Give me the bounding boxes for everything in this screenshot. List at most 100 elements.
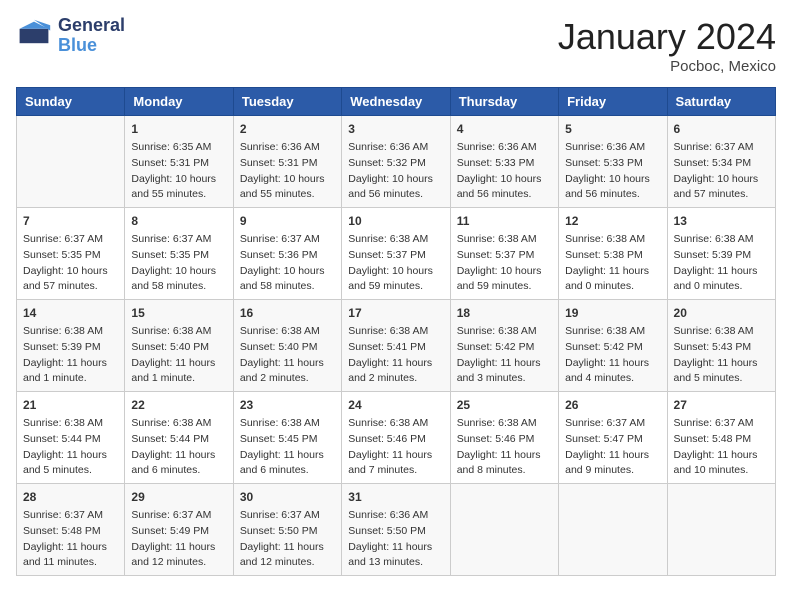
day-number: 29 [131, 488, 226, 506]
day-info: Sunrise: 6:37 AM Sunset: 5:35 PM Dayligh… [131, 232, 226, 295]
day-number: 16 [240, 304, 335, 322]
calendar-cell: 2Sunrise: 6:36 AM Sunset: 5:31 PM Daylig… [233, 116, 341, 208]
day-info: Sunrise: 6:36 AM Sunset: 5:32 PM Dayligh… [348, 140, 443, 203]
calendar-cell: 28 Sunrise: 6:37 AM Sunset: 5:48 PM Dayli… [17, 484, 125, 576]
calendar-cell: 5 Sunrise: 6:36 AM Sunset: 5:33 PM Daylig… [559, 116, 667, 208]
calendar-week-2: 7Sunrise: 6:37 AM Sunset: 5:35 PM Daylig… [17, 208, 776, 300]
calendar-cell: 20Sunrise: 6:38 AM Sunset: 5:43 PM Dayli… [667, 300, 775, 392]
day-info: Sunrise: 6:38 AM Sunset: 5:37 PM Dayligh… [348, 232, 443, 295]
day-info: Sunrise: 6:37 AM Sunset: 5:34 PM Dayligh… [674, 140, 769, 203]
day-info: Sunrise: 6:38 AM Sunset: 5:39 PM Dayligh… [23, 324, 118, 387]
day-info: Sunrise: 6:38 AM Sunset: 5:42 PM Dayligh… [457, 324, 552, 387]
logo-general: General [58, 16, 125, 36]
logo-icon [16, 18, 52, 54]
day-info: Sunrise: 6:37 AM Sunset: 5:50 PM Dayligh… [240, 508, 335, 571]
day-header-tuesday: Tuesday [233, 88, 341, 116]
location: Pocboc, Mexico [558, 58, 776, 75]
day-number: 5 [565, 120, 660, 138]
day-number: 22 [131, 396, 226, 414]
calendar-cell: 30 Sunrise: 6:37 AM Sunset: 5:50 PM Dayli… [233, 484, 341, 576]
day-header-wednesday: Wednesday [342, 88, 450, 116]
logo-blue: Blue [58, 36, 125, 56]
calendar-header-row: SundayMondayTuesdayWednesdayThursdayFrid… [17, 88, 776, 116]
calendar-cell: 8 Sunrise: 6:37 AM Sunset: 5:35 PM Daylig… [125, 208, 233, 300]
day-info: Sunrise: 6:38 AM Sunset: 5:39 PM Dayligh… [674, 232, 769, 295]
calendar-cell: 6 Sunrise: 6:37 AM Sunset: 5:34 PM Daylig… [667, 116, 775, 208]
calendar-cell: 14 Sunrise: 6:38 AM Sunset: 5:39 PM Dayli… [17, 300, 125, 392]
calendar-cell [450, 484, 558, 576]
calendar-cell: 26 Sunrise: 6:37 AM Sunset: 5:47 PM Dayli… [559, 392, 667, 484]
month-title: January 2024 [558, 16, 776, 58]
day-info: Sunrise: 6:36 AM Sunset: 5:33 PM Dayligh… [565, 140, 660, 203]
calendar-cell: 15Sunrise: 6:38 AM Sunset: 5:40 PM Dayli… [125, 300, 233, 392]
calendar-cell: 18 Sunrise: 6:38 AM Sunset: 5:42 PM Dayli… [450, 300, 558, 392]
day-info: Sunrise: 6:37 AM Sunset: 5:36 PM Dayligh… [240, 232, 335, 295]
day-info: Sunrise: 6:38 AM Sunset: 5:37 PM Dayligh… [457, 232, 552, 295]
day-number: 23 [240, 396, 335, 414]
day-info: Sunrise: 6:38 AM Sunset: 5:42 PM Dayligh… [565, 324, 660, 387]
day-number: 14 [23, 304, 118, 322]
day-info: Sunrise: 6:38 AM Sunset: 5:38 PM Dayligh… [565, 232, 660, 295]
calendar-cell: 29 Sunrise: 6:37 AM Sunset: 5:49 PM Dayli… [125, 484, 233, 576]
logo: General Blue [16, 16, 125, 56]
day-info: Sunrise: 6:36 AM Sunset: 5:33 PM Dayligh… [457, 140, 552, 203]
calendar-cell: 21Sunrise: 6:38 AM Sunset: 5:44 PM Dayli… [17, 392, 125, 484]
day-info: Sunrise: 6:37 AM Sunset: 5:49 PM Dayligh… [131, 508, 226, 571]
calendar-cell: 16 Sunrise: 6:38 AM Sunset: 5:40 PM Dayli… [233, 300, 341, 392]
calendar-cell [667, 484, 775, 576]
calendar-cell: 17 Sunrise: 6:38 AM Sunset: 5:41 PM Dayli… [342, 300, 450, 392]
calendar-cell: 11 Sunrise: 6:38 AM Sunset: 5:37 PM Dayli… [450, 208, 558, 300]
calendar-week-1: 1Sunrise: 6:35 AM Sunset: 5:31 PM Daylig… [17, 116, 776, 208]
calendar-week-3: 14 Sunrise: 6:38 AM Sunset: 5:39 PM Dayli… [17, 300, 776, 392]
day-info: Sunrise: 6:36 AM Sunset: 5:31 PM Dayligh… [240, 140, 335, 203]
calendar-cell: 12 Sunrise: 6:38 AM Sunset: 5:38 PM Dayli… [559, 208, 667, 300]
calendar-cell: 31Sunrise: 6:36 AM Sunset: 5:50 PM Dayli… [342, 484, 450, 576]
calendar-cell [17, 116, 125, 208]
day-number: 17 [348, 304, 443, 322]
calendar-cell: 13 Sunrise: 6:38 AM Sunset: 5:39 PM Dayli… [667, 208, 775, 300]
calendar-cell: 22 Sunrise: 6:38 AM Sunset: 5:44 PM Dayli… [125, 392, 233, 484]
day-number: 1 [131, 120, 226, 138]
day-number: 26 [565, 396, 660, 414]
day-number: 19 [565, 304, 660, 322]
day-number: 18 [457, 304, 552, 322]
page-header: General Blue January 2024 Pocboc, Mexico [16, 16, 776, 75]
day-header-sunday: Sunday [17, 88, 125, 116]
day-number: 28 [23, 488, 118, 506]
day-number: 9 [240, 212, 335, 230]
calendar-table: SundayMondayTuesdayWednesdayThursdayFrid… [16, 87, 776, 576]
day-number: 30 [240, 488, 335, 506]
day-info: Sunrise: 6:37 AM Sunset: 5:48 PM Dayligh… [23, 508, 118, 571]
calendar-cell: 4 Sunrise: 6:36 AM Sunset: 5:33 PM Daylig… [450, 116, 558, 208]
day-info: Sunrise: 6:38 AM Sunset: 5:44 PM Dayligh… [131, 416, 226, 479]
day-info: Sunrise: 6:38 AM Sunset: 5:40 PM Dayligh… [131, 324, 226, 387]
calendar-cell: 1Sunrise: 6:35 AM Sunset: 5:31 PM Daylig… [125, 116, 233, 208]
day-info: Sunrise: 6:37 AM Sunset: 5:47 PM Dayligh… [565, 416, 660, 479]
day-number: 13 [674, 212, 769, 230]
day-info: Sunrise: 6:37 AM Sunset: 5:48 PM Dayligh… [674, 416, 769, 479]
title-block: January 2024 Pocboc, Mexico [558, 16, 776, 75]
day-number: 31 [348, 488, 443, 506]
day-info: Sunrise: 6:38 AM Sunset: 5:40 PM Dayligh… [240, 324, 335, 387]
day-info: Sunrise: 6:38 AM Sunset: 5:43 PM Dayligh… [674, 324, 769, 387]
day-number: 6 [674, 120, 769, 138]
calendar-cell: 9 Sunrise: 6:37 AM Sunset: 5:36 PM Daylig… [233, 208, 341, 300]
day-info: Sunrise: 6:38 AM Sunset: 5:46 PM Dayligh… [457, 416, 552, 479]
day-info: Sunrise: 6:38 AM Sunset: 5:46 PM Dayligh… [348, 416, 443, 479]
calendar-week-5: 28 Sunrise: 6:37 AM Sunset: 5:48 PM Dayli… [17, 484, 776, 576]
calendar-week-4: 21Sunrise: 6:38 AM Sunset: 5:44 PM Dayli… [17, 392, 776, 484]
day-number: 12 [565, 212, 660, 230]
day-number: 3 [348, 120, 443, 138]
calendar-cell: 7Sunrise: 6:37 AM Sunset: 5:35 PM Daylig… [17, 208, 125, 300]
day-number: 8 [131, 212, 226, 230]
day-number: 25 [457, 396, 552, 414]
calendar-cell: 25 Sunrise: 6:38 AM Sunset: 5:46 PM Dayli… [450, 392, 558, 484]
day-number: 11 [457, 212, 552, 230]
day-number: 24 [348, 396, 443, 414]
day-number: 4 [457, 120, 552, 138]
day-header-thursday: Thursday [450, 88, 558, 116]
calendar-cell: 23Sunrise: 6:38 AM Sunset: 5:45 PM Dayli… [233, 392, 341, 484]
day-header-friday: Friday [559, 88, 667, 116]
day-info: Sunrise: 6:38 AM Sunset: 5:41 PM Dayligh… [348, 324, 443, 387]
day-info: Sunrise: 6:37 AM Sunset: 5:35 PM Dayligh… [23, 232, 118, 295]
